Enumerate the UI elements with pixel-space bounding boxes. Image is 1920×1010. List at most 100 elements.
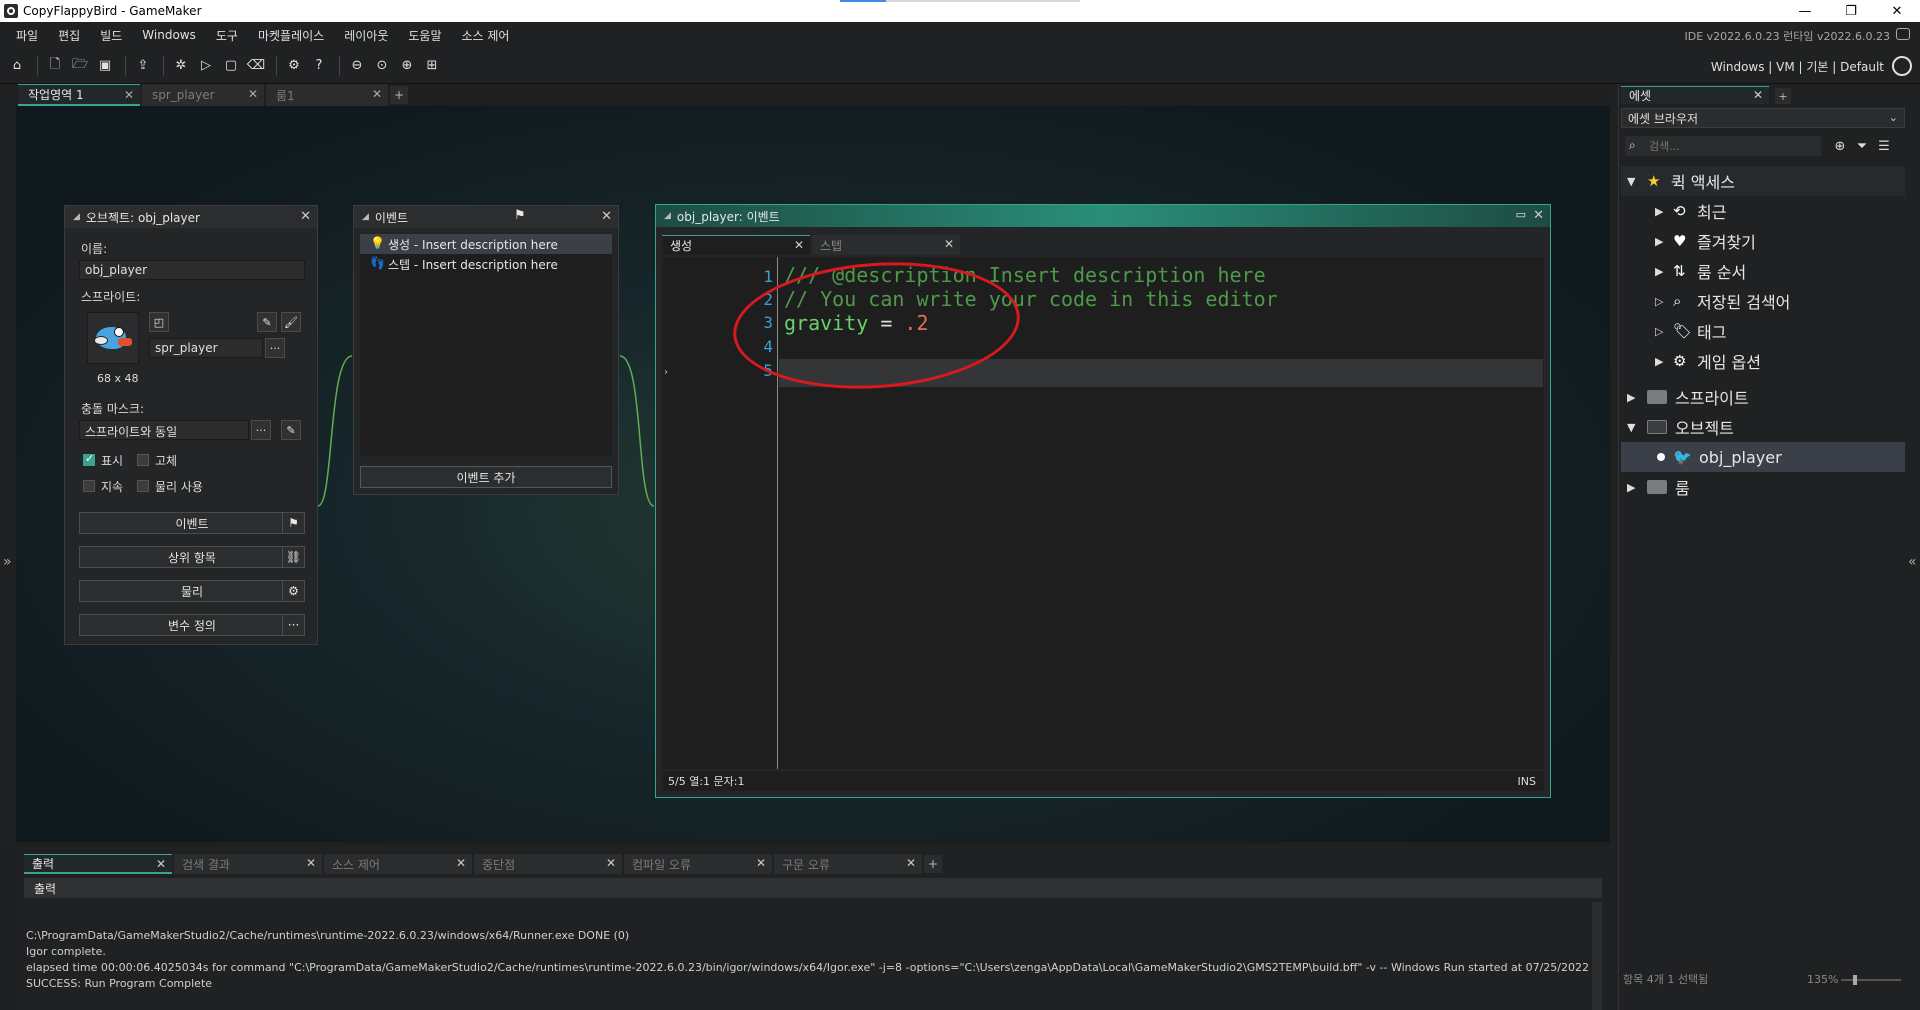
sprite-preview[interactable] <box>87 312 139 364</box>
close-icon[interactable]: ✕ <box>456 856 466 870</box>
collapse-icon[interactable]: ◢ <box>362 212 369 222</box>
menu-marketplace[interactable]: 마켓플레이스 <box>248 27 334 44</box>
tree-room-order[interactable]: ▶ ⇅ 룸 순서 <box>1621 256 1905 286</box>
add-event-button[interactable]: 이벤트 추가 <box>360 466 612 488</box>
run-icon[interactable]: ▷ <box>195 55 217 77</box>
add-output-tab-button[interactable]: + <box>924 855 942 873</box>
tree-obj-player[interactable]: 🐦 obj_player <box>1621 442 1905 472</box>
expand-arrow-icon[interactable]: ▶ <box>1627 481 1635 494</box>
create-executable-icon[interactable]: ⇪ <box>132 55 154 77</box>
tab-assets[interactable]: 에셋 ✕ <box>1621 86 1769 104</box>
tab-room-1[interactable]: 룸1 ✕ <box>266 84 388 106</box>
right-splitter[interactable] <box>1610 84 1618 1010</box>
close-icon[interactable]: ✕ <box>906 856 916 870</box>
close-icon[interactable]: ✕ <box>156 857 166 871</box>
tree-saved-searches[interactable]: ▷ ⌕ 저장된 검색어 <box>1621 286 1905 316</box>
tree-rooms-folder[interactable]: ▶ 룸 <box>1621 472 1905 502</box>
tree-recent[interactable]: ▶ ⟲ 최근 <box>1621 196 1905 226</box>
tree-game-options[interactable]: ▶ ⚙ 게임 옵션 <box>1621 346 1905 376</box>
close-icon[interactable]: ✕ <box>124 88 134 102</box>
code-panel-header[interactable]: ◢ obj_player: 이벤트 ▭ ✕ <box>656 205 1550 227</box>
clean-icon[interactable]: ⌫ <box>245 55 267 77</box>
target-settings-icon[interactable] <box>1892 56 1912 76</box>
events-panel-header[interactable]: ◢ 이벤트 ⚑ ✕ <box>354 206 618 228</box>
close-icon[interactable]: ✕ <box>372 87 382 101</box>
collapse-arrow-icon[interactable]: ▼ <box>1627 421 1635 434</box>
right-dock-strip[interactable]: « <box>1906 84 1920 1010</box>
events-button[interactable]: 이벤트 ⚑ <box>79 512 305 534</box>
mask-browse-button[interactable]: ··· <box>251 420 271 440</box>
tab-output[interactable]: 출력 ✕ <box>24 854 172 874</box>
collapse-icon[interactable]: ◢ <box>664 211 671 221</box>
new-project-icon[interactable]: 🗋 <box>44 55 66 77</box>
visible-checkbox[interactable] <box>83 452 95 466</box>
tree-favorites[interactable]: ▶ ♥ 즐겨찾기 <box>1621 226 1905 256</box>
tab-compile-errors[interactable]: 컴파일 오류 ✕ <box>624 854 772 874</box>
persistent-checkbox[interactable] <box>83 480 95 492</box>
filter-icon[interactable]: ⏷ <box>1851 136 1873 156</box>
tab-source-control[interactable]: 소스 제어 ✕ <box>324 854 472 874</box>
close-icon[interactable]: ✕ <box>606 856 616 870</box>
tab-step-event[interactable]: 스텝 ✕ <box>812 235 960 255</box>
code-editor[interactable]: › 1 2 3 4 5 /// @description Insert desc… <box>662 257 1544 769</box>
zoom-reset-icon[interactable]: ⊙ <box>371 55 393 77</box>
expand-arrow-icon[interactable]: ▶ <box>1655 265 1663 278</box>
physics-button[interactable]: 물리 ⚙ <box>79 580 305 602</box>
account-icon[interactable] <box>1896 28 1910 40</box>
stop-icon[interactable]: ▢ <box>220 55 242 77</box>
variable-definitions-button[interactable]: 변수 정의 ··· <box>79 614 305 636</box>
uses-physics-checkbox[interactable] <box>137 480 149 492</box>
object-name-input[interactable]: obj_player <box>79 260 305 280</box>
solid-checkbox[interactable] <box>137 454 149 466</box>
minimize-button[interactable]: — <box>1782 0 1828 22</box>
edit-sprite-icon[interactable]: ✎ <box>257 312 277 332</box>
asset-search-input[interactable]: ⌕ 검색... <box>1625 136 1821 156</box>
edit-image-brush-icon[interactable]: 🖌 <box>281 312 301 332</box>
asset-browser-select[interactable]: 에셋 브라우저 ⌄ <box>1621 108 1905 128</box>
sprite-select[interactable]: spr_player <box>149 338 263 358</box>
tab-breakpoints[interactable]: 중단점 ✕ <box>474 854 622 874</box>
add-panel-button[interactable]: + <box>1775 88 1791 104</box>
menu-icon[interactable]: ☰ <box>1873 136 1895 156</box>
close-window-button[interactable]: ✕ <box>1874 0 1920 22</box>
tree-quick-access[interactable]: ▼ ★ 퀵 액세스 <box>1621 166 1905 196</box>
expand-arrow-icon[interactable]: ▶ <box>1627 391 1635 404</box>
close-icon[interactable]: ✕ <box>1533 208 1544 223</box>
expand-right-icon[interactable]: « <box>1908 554 1917 570</box>
add-asset-icon[interactable]: ⊕ <box>1829 136 1851 156</box>
asset-zoom-slider[interactable] <box>1841 975 1901 985</box>
expand-arrow-icon[interactable]: ▶ <box>1655 205 1663 218</box>
tree-sprites-folder[interactable]: ▶ 스프라이트 <box>1621 382 1905 412</box>
tab-spr-player[interactable]: spr_player ✕ <box>142 84 264 106</box>
open-project-icon[interactable]: 🗁 <box>69 55 91 77</box>
left-dock-strip[interactable]: » <box>0 84 16 842</box>
event-step[interactable]: 👣 스텝 - Insert description here <box>360 254 612 274</box>
tab-search-results[interactable]: 검색 결과 ✕ <box>174 854 322 874</box>
close-icon[interactable]: ✕ <box>794 238 804 252</box>
menu-build[interactable]: 빌드 <box>90 27 132 44</box>
menu-edit[interactable]: 편집 <box>48 27 90 44</box>
save-icon[interactable]: ▣ <box>94 55 116 77</box>
event-create[interactable]: 💡 생성 - Insert description here <box>360 234 612 254</box>
close-icon[interactable]: ✕ <box>601 209 612 224</box>
target-selector[interactable]: Windows | VM | 기본 | Default <box>1711 58 1884 75</box>
maximize-icon[interactable]: ▭ <box>1516 208 1526 221</box>
expand-arrow-icon[interactable]: ▶ <box>1655 235 1663 248</box>
tree-objects-folder[interactable]: ▼ 오브젝트 <box>1621 412 1905 442</box>
restore-button[interactable]: ❐ <box>1828 0 1874 22</box>
debug-icon[interactable]: ✲ <box>170 55 192 77</box>
close-icon[interactable]: ✕ <box>306 856 316 870</box>
collapse-icon[interactable]: ◢ <box>73 212 80 222</box>
sprite-browse-button[interactable]: ··· <box>265 338 285 358</box>
tree-tags[interactable]: ▷ 🏷 태그 <box>1621 316 1905 346</box>
add-workspace-button[interactable]: + <box>390 86 408 104</box>
expand-arrow-icon[interactable]: ▷ <box>1655 325 1663 338</box>
close-icon[interactable]: ✕ <box>944 237 954 251</box>
expand-arrow-icon[interactable]: ▷ <box>1655 295 1663 308</box>
new-sprite-icon[interactable]: ◰ <box>149 312 169 332</box>
tab-syntax-errors[interactable]: 구문 오류 ✕ <box>774 854 922 874</box>
expand-arrow-icon[interactable]: ▶ <box>1655 355 1663 368</box>
gamepad-icon[interactable]: ⊞ <box>421 55 443 77</box>
edit-mask-icon[interactable]: ✎ <box>281 420 301 440</box>
tab-create-event[interactable]: 생성 ✕ <box>662 235 810 255</box>
